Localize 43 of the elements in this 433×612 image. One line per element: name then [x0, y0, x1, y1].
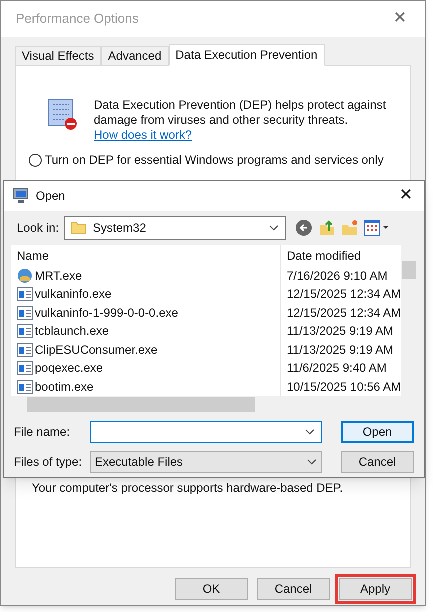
file-row[interactable]: vulkaninfo-1-999-0-0-0.exe 12/15/2025 12:34 AM [11, 303, 402, 322]
tab[interactable]: Data Execution Prevention [168, 44, 325, 66]
help-link[interactable]: How does it work? [94, 128, 192, 142]
look-in-dropdown[interactable]: System32 [64, 216, 286, 240]
file-name-label: File name: [14, 424, 72, 441]
support-note: Your computer's processor supports hardware-based DEP. [32, 481, 344, 495]
dialog-button[interactable]: OK [175, 578, 248, 600]
file-date: 7/16/2026 9:10 AM [286, 268, 388, 285]
file-row[interactable]: poqexec.exe 11/6/2025 9:40 AM [11, 359, 402, 378]
file-type-label: Files of type: [14, 454, 84, 471]
look-in-label: Look in: [17, 220, 60, 237]
dep-description: Data Execution Prevention (DEP) helps protect against damage from viruses and other security threats. How does it work? [94, 98, 388, 143]
file-date: 12/15/2025 12:34 AM [286, 304, 402, 322]
dialog-button[interactable]: Cancel [257, 578, 330, 600]
file-name: tcblaunch.exe [35, 323, 110, 340]
file-row[interactable]: tcblaunch.exe 11/13/2025 9:19 AM [11, 322, 402, 340]
file-name: vulkaninfo.exe [35, 286, 112, 304]
tab[interactable]: Advanced [101, 46, 169, 65]
file-row[interactable]: vulkaninfo.exe 12/15/2025 12:34 AM [11, 284, 402, 304]
tab[interactable]: Visual Effects [15, 46, 102, 65]
file-date: 11/13/2025 9:19 AM [286, 342, 394, 359]
file-row[interactable]: MRT.exe 7/16/2026 9:10 AM [11, 266, 402, 285]
dialog-button[interactable]: Apply [339, 578, 412, 600]
radio-label: Turn on DEP for essential Windows programs and services only [45, 152, 384, 169]
file-row[interactable]: ClipESUConsumer.exe 11/13/2025 9:19 AM [11, 340, 402, 360]
window-title: Performance Options [16, 10, 139, 28]
file-name: poqexec.exe [35, 360, 104, 378]
dialog-title: Open [36, 188, 66, 205]
file-name: bootim.exe [35, 378, 94, 396]
file-date: 10/15/2025 10:56 AM [286, 378, 402, 396]
column-header[interactable]: Date modified [281, 246, 362, 265]
column-header[interactable]: Name [11, 245, 281, 266]
file-name: vulkaninfo-1-999-0-0-0.exe [35, 304, 178, 322]
file-date: 12/15/2025 12:34 AM [286, 286, 402, 304]
dialog-button[interactable]: Cancel [341, 451, 414, 473]
dialog-button[interactable]: Open [341, 421, 414, 443]
close-button[interactable]: ✕ [396, 184, 416, 208]
file-name: MRT.exe [35, 268, 82, 285]
file-type-dropdown[interactable]: Executable Files [90, 451, 322, 473]
close-button[interactable]: ✕ [390, 7, 410, 31]
file-date: 11/6/2025 9:40 AM [286, 360, 387, 378]
file-date: 11/13/2025 9:19 AM [286, 323, 394, 340]
file-name: ClipESUConsumer.exe [35, 342, 158, 359]
